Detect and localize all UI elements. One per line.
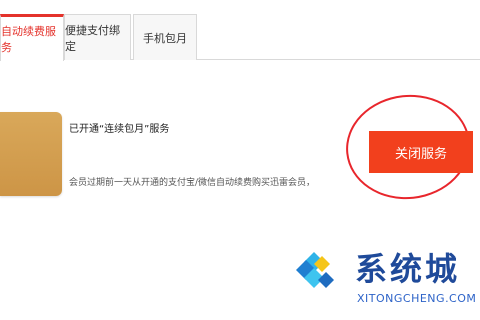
tab-bar: 自动续费服务 便捷支付绑定 手机包月 — [0, 0, 480, 61]
watermark-subtitle: XITONGCHENG.COM — [357, 292, 477, 305]
close-service-button[interactable]: 关闭服务 — [369, 131, 473, 173]
close-service-button-label: 关闭服务 — [394, 146, 447, 162]
diamond-logo-icon — [296, 252, 334, 288]
tab-auto-renew-label: 自动续费服务 — [1, 25, 56, 54]
tab-mobile-monthly[interactable]: 手机包月 — [133, 14, 197, 60]
avatar — [0, 112, 62, 196]
tab-quick-pay-label: 便捷支付绑定 — [65, 23, 120, 53]
tab-mobile-monthly-label: 手机包月 — [143, 31, 187, 45]
service-description: 会员过期前一天从开通的支付宝/微信自动续费购买迅雷会员， — [69, 178, 316, 188]
watermark-title: 系统城 — [355, 250, 461, 288]
tab-auto-renew[interactable]: 自动续费服务 — [0, 14, 64, 61]
service-status-title: 已开通“连续包月”服务 — [69, 124, 170, 135]
tab-quick-pay[interactable]: 便捷支付绑定 — [64, 14, 131, 60]
